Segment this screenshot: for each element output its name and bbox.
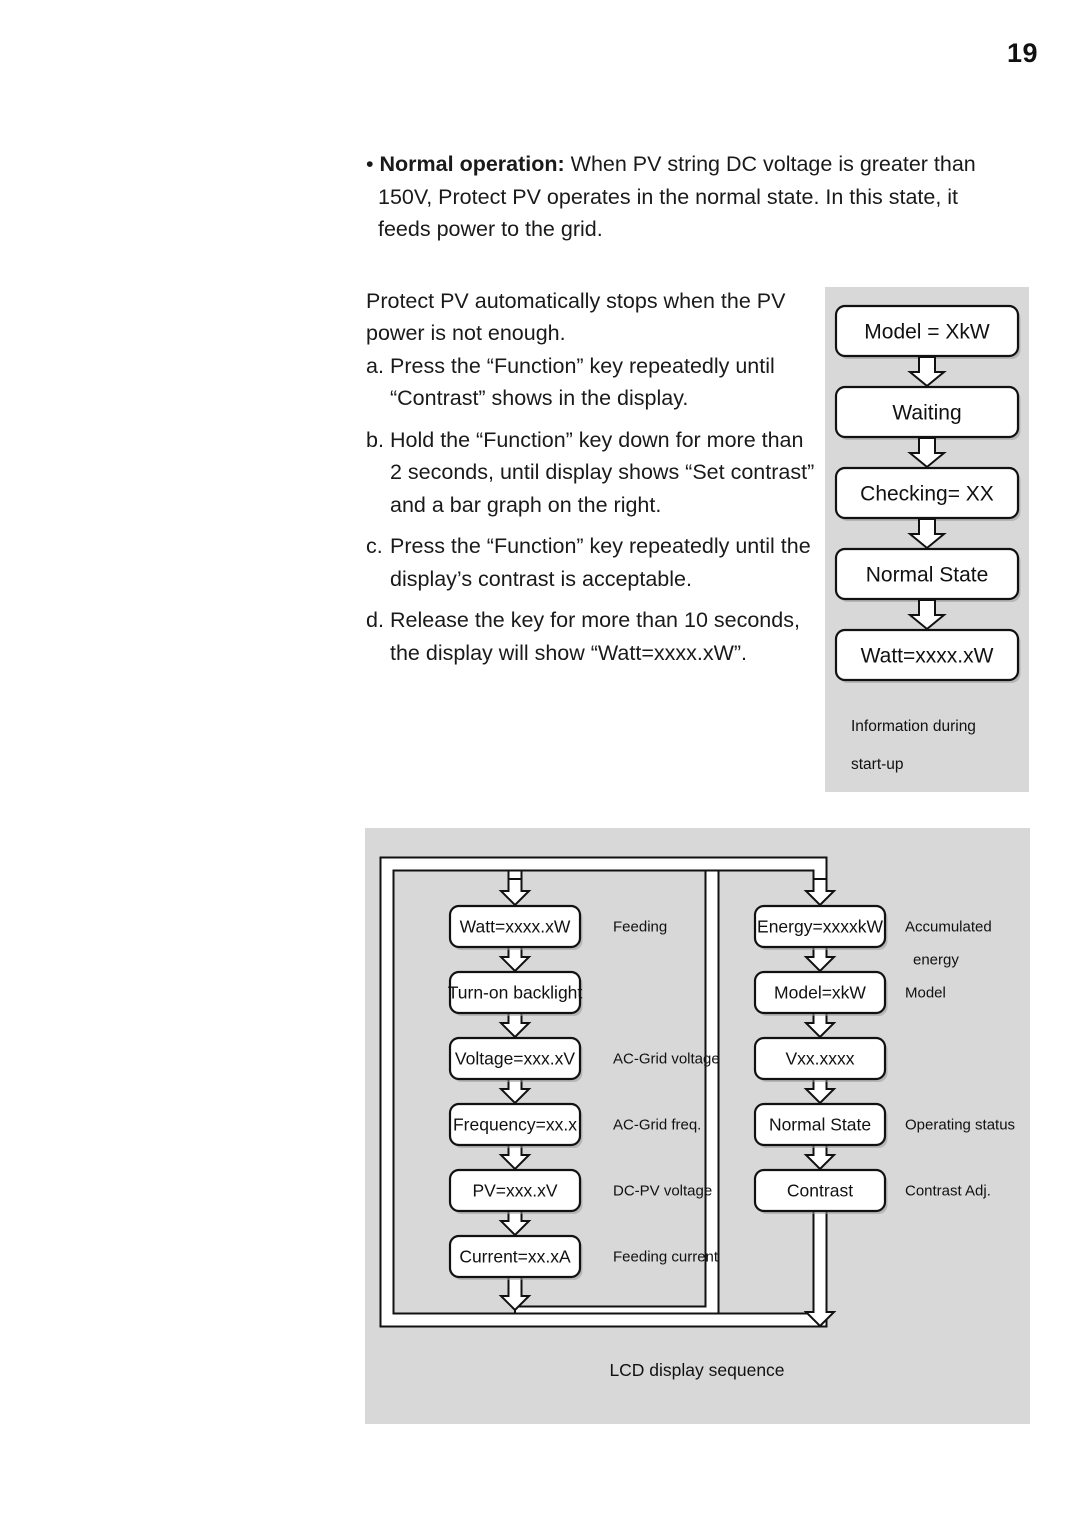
step-marker-c: c. <box>366 534 383 558</box>
startup-flow-diagram: Model = XkW Waiting Checking= XX Normal Sta… <box>825 287 1029 792</box>
lcd-right-note-3: Operating status <box>905 1117 1015 1134</box>
lcd-left-note-0: Feeding <box>613 919 667 936</box>
lcd-left-arrow-5 <box>498 1210 532 1237</box>
startup-caption-line2: start-up <box>851 756 904 773</box>
lcd-left-node-3-label: Frequency=xx.x <box>453 1115 577 1135</box>
lcd-right-node-3: Normal State <box>753 1102 888 1148</box>
lcd-left-node-4-label: PV=xxx.xV <box>472 1181 557 1201</box>
step-text-b: Hold the “Function” key down for more th… <box>390 427 815 517</box>
startup-node-4-label: Watt=xxxx.xW <box>861 644 994 667</box>
lcd-left-arrow-1 <box>498 946 532 973</box>
lcd-left-node-0: Watt=xxxx.xW <box>448 904 583 950</box>
lcd-left-arrow-4 <box>498 1144 532 1171</box>
step-item-b: b. Hold the “Function” key down for more… <box>366 424 821 522</box>
lcd-right-arrow-in <box>803 878 837 907</box>
startup-node-1: Waiting <box>834 385 1021 440</box>
lcd-left-note-5: Feeding current <box>613 1249 719 1266</box>
step-marker-d: d. <box>366 608 384 632</box>
lcd-right-note-0: Accumulated <box>905 919 992 936</box>
lcd-right-node-4-label: Contrast <box>787 1181 853 1201</box>
startup-arrow-4 <box>907 599 947 631</box>
lcd-left-arrow-in <box>498 878 532 907</box>
startup-caption-line1: Information during <box>851 718 976 735</box>
lcd-left-node-1-label: Turn-on backlight <box>448 983 583 1003</box>
step-item-c: c. Press the “Function” key repeatedly u… <box>366 530 821 595</box>
lcd-right-node-2-label: Vxx.xxxx <box>785 1049 854 1069</box>
step-text-d: Release the key for more than 10 seconds… <box>390 608 800 665</box>
lcd-left-node-3: Frequency=xx.x <box>448 1102 583 1148</box>
lcd-left-arrow-3 <box>498 1078 532 1105</box>
lcd-right-arrow-4 <box>803 1144 837 1171</box>
startup-arrow-2 <box>907 437 947 469</box>
step-marker-b: b. <box>366 427 384 452</box>
lcd-sequence-diagram: Watt=xxxx.xW Turn-on backlight Voltage=xxx… <box>365 828 1030 1424</box>
lcd-right-note2-0: energy <box>913 952 959 969</box>
intro-paragraph: Protect PV automatically stops when the … <box>366 288 786 346</box>
step-text-a: Press the “Function” key repeatedly unti… <box>390 353 775 411</box>
startup-node-3: Normal State <box>834 547 1021 602</box>
step-marker-a: a. <box>366 353 384 378</box>
startup-node-0: Model = XkW <box>834 304 1021 359</box>
startup-node-3-label: Normal State <box>866 563 989 586</box>
lcd-right-node-1: Model=xkW <box>753 970 888 1016</box>
lcd-right-note-4: Contrast Adj. <box>905 1183 991 1200</box>
startup-arrow-3 <box>907 518 947 550</box>
bullet-lead: Normal operation: <box>379 152 565 176</box>
lcd-right-node-4: Contrast <box>753 1168 888 1214</box>
lcd-left-note-3: AC-Grid freq. <box>613 1117 701 1134</box>
lcd-right-note-1: Model <box>905 985 946 1002</box>
lcd-right-loop-arrow <box>803 1210 837 1328</box>
step-item-a: a. Press the “Function” key repeatedly u… <box>366 350 786 415</box>
lcd-left-node-4: PV=xxx.xV <box>448 1168 583 1214</box>
bullet-paragraph: • Normal operation: When PV string DC vo… <box>366 148 990 246</box>
startup-node-0-label: Model = XkW <box>864 320 990 343</box>
lcd-left-node-2: Voltage=xxx.xV <box>448 1036 583 1082</box>
lcd-left-node-5: Current=xx.xA <box>448 1234 583 1280</box>
lcd-left-node-5-label: Current=xx.xA <box>459 1247 571 1267</box>
lcd-right-node-0-label: Energy=xxxxkW <box>757 917 883 937</box>
lcd-left-note-4: DC-PV voltage <box>613 1183 712 1200</box>
bullet-marker: • <box>366 152 380 176</box>
step-item-d: d. Release the key for more than 10 seco… <box>366 604 821 669</box>
lcd-right-node-1-label: Model=xkW <box>774 983 866 1003</box>
startup-node-1-label: Waiting <box>892 401 961 424</box>
startup-node-4: Watt=xxxx.xW <box>834 628 1021 683</box>
lcd-right-arrow-2 <box>803 1012 837 1039</box>
startup-node-2-label: Checking= XX <box>860 482 994 505</box>
lcd-right-arrow-1 <box>803 946 837 973</box>
startup-node-2: Checking= XX <box>834 466 1021 521</box>
lcd-left-node-2-label: Voltage=xxx.xV <box>455 1049 575 1069</box>
lcd-right-node-3-label: Normal State <box>769 1115 871 1135</box>
lcd-left-node-0-label: Watt=xxxx.xW <box>460 917 571 937</box>
step-text-c: Press the “Function” key repeatedly unti… <box>390 534 811 591</box>
lcd-right-node-2: Vxx.xxxx <box>753 1036 888 1082</box>
page-number: 19 <box>1006 38 1038 68</box>
lcd-left-loop-arrow <box>498 1276 532 1312</box>
lcd-right-arrow-3 <box>803 1078 837 1105</box>
lcd-right-node-0: Energy=xxxxkW <box>753 904 888 950</box>
lcd-caption: LCD display sequence <box>609 1360 784 1380</box>
lcd-left-node-1: Turn-on backlight <box>448 970 583 1016</box>
startup-arrow-1 <box>907 356 947 388</box>
lcd-left-arrow-2 <box>498 1012 532 1039</box>
lcd-left-note-2: AC-Grid voltage <box>613 1051 720 1068</box>
